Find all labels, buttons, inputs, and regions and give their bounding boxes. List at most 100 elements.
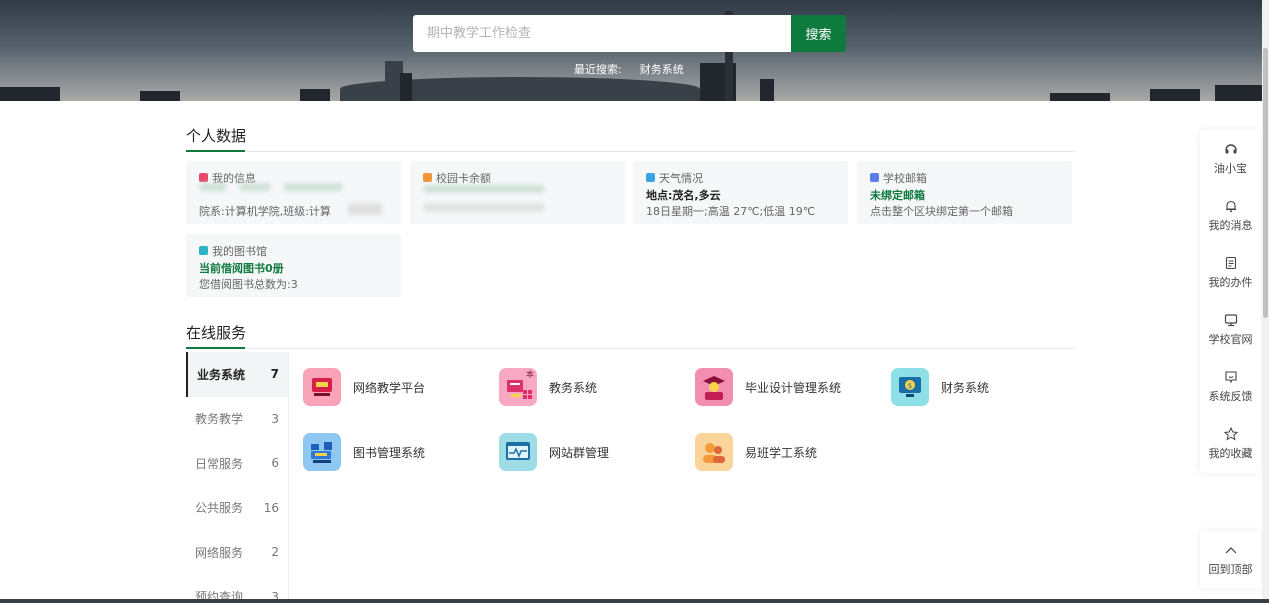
category-count: 7 [270, 367, 279, 382]
category-business-systems[interactable]: 业务系统 7 [186, 352, 288, 397]
service-label: 图书管理系统 [353, 445, 426, 460]
category-network-services[interactable]: 网络服务 2 [186, 530, 288, 575]
sidebar-item-label: 系统反馈 [1208, 389, 1253, 403]
sidebar-item-label: 我的消息 [1208, 218, 1253, 232]
feedback-icon [1224, 370, 1238, 384]
monitor-icon [1224, 313, 1238, 327]
card-title: 学校邮箱 [883, 171, 927, 185]
search-button[interactable]: 搜索 [791, 15, 846, 52]
card-title: 校园卡余额 [436, 171, 491, 185]
category-count: 6 [271, 456, 279, 471]
category-count: 3 [271, 411, 279, 426]
library-management-icon [303, 433, 341, 471]
chevron-up-icon [1224, 543, 1238, 557]
card-icon [423, 173, 432, 182]
category-count: 2 [271, 545, 279, 560]
mail-hint: 点击整个区块绑定第一个邮箱 [870, 205, 1013, 218]
section-divider [186, 151, 1074, 152]
search-bar: 搜索 [413, 15, 846, 52]
page-scrollbar[interactable] [1262, 0, 1269, 603]
card-campus-card-balance[interactable]: 校园卡余额 [410, 161, 625, 224]
category-daily-services[interactable]: 日常服务 6 [186, 441, 288, 486]
online-teaching-icon [303, 368, 341, 406]
redacted-info [424, 203, 544, 212]
service-label: 易班学工系统 [745, 445, 818, 460]
mail-icon [870, 173, 879, 182]
redacted-info [200, 183, 226, 191]
service-online-teaching[interactable]: 网络教学平台 [303, 368, 425, 406]
redacted-info [348, 203, 382, 215]
recent-search-item[interactable]: 财务系统 [640, 61, 684, 77]
sidebar-item-label: 油小宝 [1214, 161, 1247, 175]
floating-sidebar: 油小宝 我的消息 我的办件 学校官网 系统反馈 我的收藏 [1200, 130, 1261, 473]
academic-affairs-icon: 本 [499, 368, 537, 406]
category-label: 教务教学 [195, 412, 244, 427]
category-teaching[interactable]: 教务教学 3 [186, 397, 288, 442]
sidebar-item-feedback[interactable]: 系统反馈 [1200, 358, 1261, 415]
service-yiban[interactable]: 易班学工系统 [695, 433, 817, 471]
redacted-info [240, 183, 270, 191]
assistant-headset-icon [1224, 142, 1238, 156]
redacted-info [284, 183, 342, 191]
service-category-list: 业务系统 7 教务教学 3 日常服务 6 公共服务 16 网络服务 2 预约查询… [186, 352, 289, 603]
category-count: 16 [263, 500, 279, 515]
card-title: 我的图书馆 [212, 244, 267, 258]
section-accent [186, 150, 245, 152]
sidebar-item-label: 我的办件 [1208, 275, 1253, 289]
search-input[interactable] [413, 15, 791, 52]
category-label: 网络服务 [195, 545, 244, 560]
section-divider [186, 348, 1074, 349]
card-title: 天气情况 [659, 171, 703, 185]
category-label: 业务系统 [197, 367, 246, 382]
scrollbar-thumb[interactable] [1263, 48, 1268, 318]
sidebar-item-messages[interactable]: 我的消息 [1200, 187, 1261, 244]
back-to-top-label: 回到顶部 [1208, 562, 1253, 576]
service-label: 财务系统 [941, 380, 990, 395]
section-accent [186, 347, 245, 349]
weather-forecast: 18日星期一;高温 27℃;低温 19℃ [646, 205, 816, 218]
service-label: 网站群管理 [549, 445, 610, 460]
star-icon [1223, 426, 1238, 441]
bell-icon [1224, 199, 1238, 213]
card-my-info[interactable]: 我的信息 院系:计算机学院,班级:计算 [186, 161, 401, 224]
finance-icon: $ [891, 368, 929, 406]
recent-searches: 最近搜索: 财务系统 [574, 61, 684, 77]
service-label: 网络教学平台 [353, 380, 426, 395]
card-school-mail[interactable]: 学校邮箱 未绑定邮箱 点击整个区块绑定第一个邮箱 [857, 161, 1072, 224]
service-library-management[interactable]: 图书管理系统 [303, 433, 425, 471]
weather-location: 地点:茂名,多云 [646, 189, 721, 202]
sidebar-item-my-tasks[interactable]: 我的办件 [1200, 244, 1261, 301]
sidebar-item-label: 学校官网 [1208, 332, 1253, 346]
bottom-edge [0, 599, 1269, 603]
graduation-design-icon [695, 368, 733, 406]
card-weather[interactable]: 天气情况 地点:茂名,多云 18日星期一;高温 27℃;低温 19℃ [633, 161, 848, 224]
category-public-services[interactable]: 公共服务 16 [186, 486, 288, 531]
service-graduation-design[interactable]: 毕业设计管理系统 [695, 368, 841, 406]
yiban-icon [695, 433, 733, 471]
document-icon [1224, 256, 1238, 270]
card-my-library[interactable]: 我的图书馆 当前借阅图书0册 您借阅图书总数为:3 [186, 234, 401, 297]
service-academic-affairs[interactable]: 本 教务系统 [499, 368, 597, 406]
service-finance[interactable]: $ 财务系统 [891, 368, 989, 406]
sidebar-item-school-website[interactable]: 学校官网 [1200, 301, 1261, 358]
svg-text:$: $ [908, 382, 912, 390]
section-title-personal: 个人数据 [186, 127, 247, 145]
redacted-info [424, 185, 544, 193]
service-website-group[interactable]: 网站群管理 [499, 433, 609, 471]
user-icon [199, 173, 208, 182]
library-total: 您借阅图书总数为:3 [199, 278, 298, 291]
sidebar-item-assistant[interactable]: 油小宝 [1200, 130, 1261, 187]
mail-status: 未绑定邮箱 [870, 189, 925, 202]
category-label: 公共服务 [195, 501, 244, 516]
sidebar-item-favorites[interactable]: 我的收藏 [1200, 415, 1261, 472]
library-icon [199, 246, 208, 255]
recent-search-label: 最近搜索: [574, 63, 622, 76]
sidebar-item-label: 我的收藏 [1208, 446, 1253, 460]
weather-icon [646, 173, 655, 182]
website-group-icon [499, 433, 537, 471]
tile-badge: 本 [526, 370, 534, 379]
section-title-services: 在线服务 [186, 324, 247, 342]
service-label: 教务系统 [549, 380, 598, 395]
back-to-top-button[interactable]: 回到顶部 [1200, 531, 1261, 588]
service-label: 毕业设计管理系统 [745, 380, 842, 395]
